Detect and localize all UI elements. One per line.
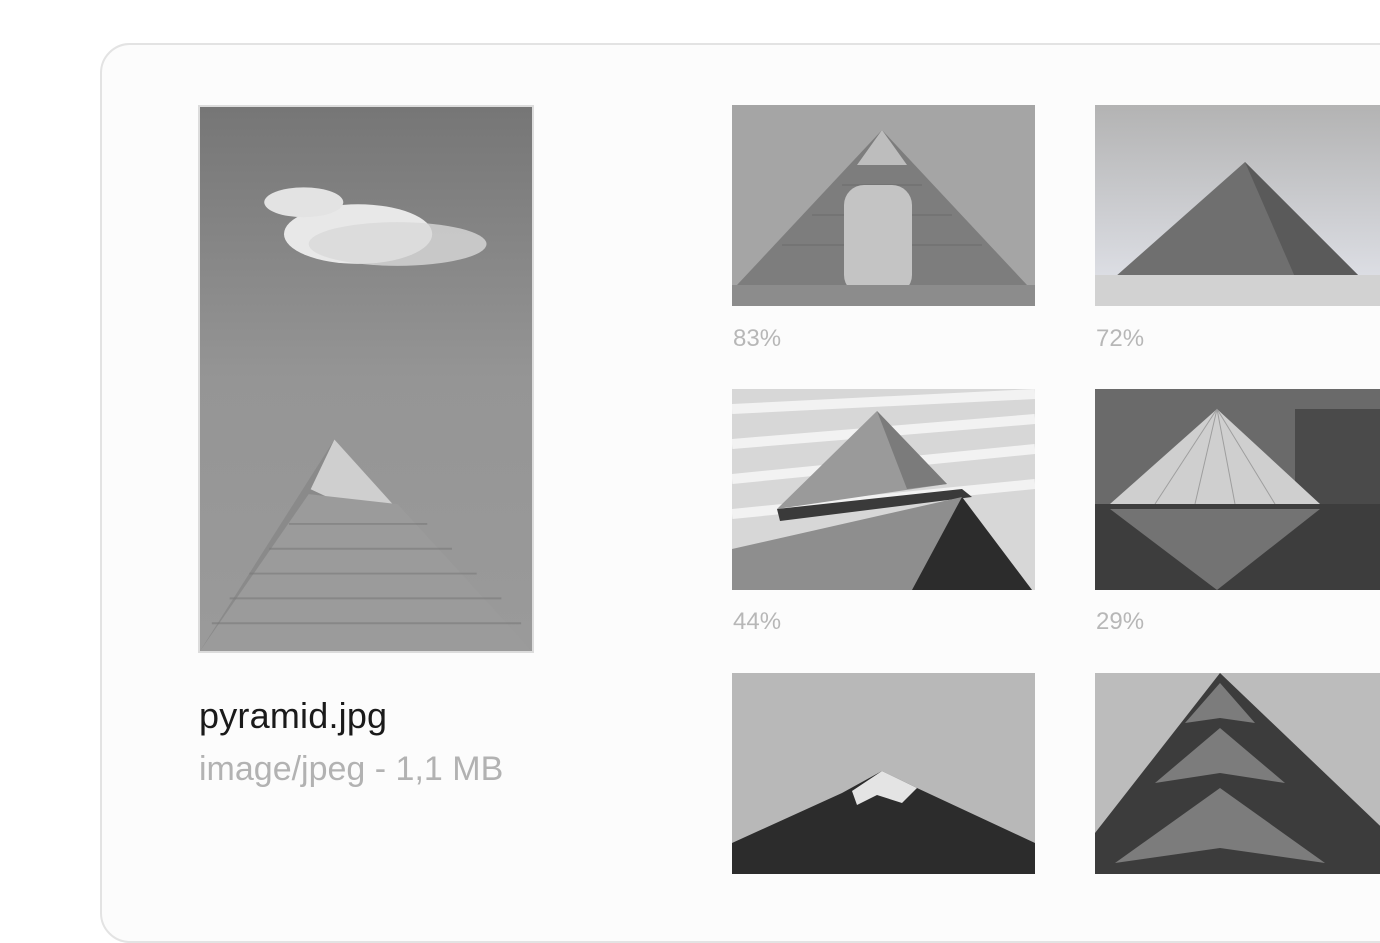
result-thumbnail[interactable] — [1095, 389, 1380, 590]
result-thumbnail[interactable] — [1095, 673, 1380, 874]
result-thumbnail[interactable] — [732, 389, 1035, 590]
result-score: 44% — [733, 608, 782, 635]
result-thumbnail[interactable] — [732, 673, 1035, 874]
result-score: 83% — [733, 325, 782, 352]
source-image — [198, 105, 534, 653]
result-thumbnail[interactable] — [1095, 105, 1380, 306]
result-score: 72% — [1096, 325, 1145, 352]
file-meta: image/jpeg - 1,1 MB — [199, 750, 504, 788]
result-score: 29% — [1096, 608, 1145, 635]
file-name: pyramid.jpg — [199, 695, 388, 736]
result-thumbnail[interactable] — [732, 105, 1035, 306]
